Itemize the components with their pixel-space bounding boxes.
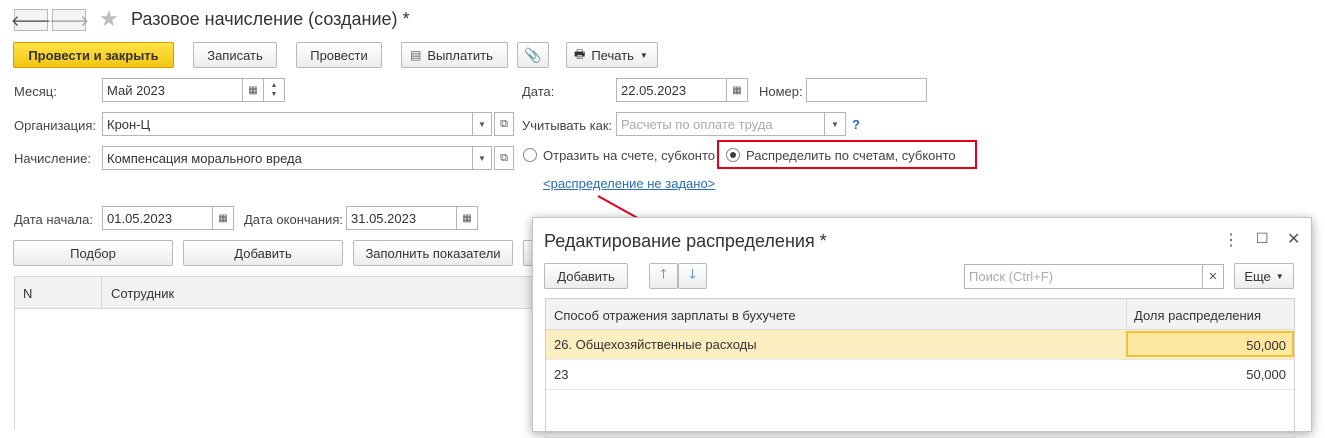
- accrual-open-button[interactable]: ⧉: [494, 146, 514, 170]
- add-button[interactable]: Добавить: [183, 240, 343, 266]
- calendar-icon: ▦: [248, 84, 258, 96]
- chevron-down-icon: ▼: [478, 153, 486, 163]
- search-clear-button[interactable]: ✕: [1202, 264, 1224, 289]
- organization-label: Организация:: [14, 118, 97, 133]
- column-share[interactable]: Доля распределения: [1134, 308, 1261, 323]
- distribution-grid: Способ отражения зарплаты в бухучете Дол…: [545, 298, 1295, 438]
- chevron-down-icon: ▼: [1275, 271, 1284, 281]
- pick-button[interactable]: Подбор: [13, 240, 173, 266]
- move-up-button[interactable]: 🡑: [649, 263, 678, 289]
- arrow-up-icon: 🡑: [660, 266, 667, 281]
- employees-table-header: N Сотрудник: [14, 276, 534, 309]
- column-n[interactable]: N: [23, 286, 32, 301]
- accrual-dropdown-button[interactable]: ▼: [472, 146, 492, 170]
- save-button[interactable]: Записать: [193, 42, 277, 68]
- distribution-dialog: Редактирование распределения * ⋮ ☐ ✕ Доб…: [532, 217, 1312, 438]
- account-as-label: Учитывать как:: [522, 118, 613, 133]
- date-label: Дата:: [522, 84, 555, 99]
- calendar-icon: ▦: [462, 212, 472, 224]
- month-label: Месяц:: [14, 84, 57, 99]
- open-icon: ⧉: [500, 151, 508, 164]
- organization-field[interactable]: Крон-Ц: [102, 112, 473, 136]
- open-icon: ⧉: [500, 117, 508, 130]
- post-button[interactable]: Провести: [296, 42, 382, 68]
- document-icon: ▤: [410, 48, 422, 62]
- paperclip-icon: 📎: [524, 46, 542, 63]
- maximize-icon[interactable]: ☐: [1256, 230, 1269, 247]
- chevron-down-icon: ▼: [478, 119, 486, 129]
- dialog-search-input[interactable]: Поиск (Ctrl+F): [964, 264, 1203, 289]
- pay-button[interactable]: ▤ Выплатить: [401, 42, 508, 68]
- calendar-icon: ▦: [732, 84, 742, 96]
- start-date-label: Дата начала:: [14, 212, 93, 227]
- month-field[interactable]: Май 2023: [102, 78, 243, 102]
- fill-indicators-button[interactable]: Заполнить показатели: [353, 240, 513, 266]
- table-row[interactable]: 26. Общехозяйственные расходы 50,000: [546, 330, 1294, 360]
- more-vertical-icon[interactable]: ⋮: [1223, 230, 1239, 250]
- radio-distribute-by-accounts[interactable]: [726, 148, 740, 162]
- chevron-down-icon: ▼: [831, 119, 839, 129]
- row-method: 26. Общехозяйственные расходы: [554, 337, 757, 352]
- forward-button[interactable]: 🡒: [48, 9, 90, 31]
- month-stepper[interactable]: ▲ ▼: [263, 78, 285, 102]
- table-row[interactable]: 23 50,000: [546, 360, 1294, 390]
- arrow-right-icon: 🡒: [48, 12, 90, 30]
- accrual-field[interactable]: Компенсация морального вреда: [102, 146, 473, 170]
- end-date-calendar-button[interactable]: ▦: [456, 206, 478, 230]
- arrow-down-icon: 🡓: [689, 266, 696, 281]
- start-date-calendar-button[interactable]: ▦: [212, 206, 234, 230]
- print-button[interactable]: 🖶 Печать ▼: [566, 42, 658, 68]
- dialog-title: Редактирование распределения *: [544, 231, 827, 251]
- dialog-add-button[interactable]: Добавить: [544, 263, 628, 289]
- radio-distribute-label: Распределить по счетам, субконто: [746, 148, 956, 163]
- date-field[interactable]: 22.05.2023: [616, 78, 727, 102]
- chevron-up-icon: ▲: [270, 82, 278, 89]
- row-share: 50,000: [1246, 367, 1286, 382]
- help-icon[interactable]: ?: [852, 117, 860, 132]
- accrual-label: Начисление:: [14, 151, 91, 166]
- organization-dropdown-button[interactable]: ▼: [472, 112, 492, 136]
- account-as-dropdown-button[interactable]: ▼: [824, 112, 846, 136]
- number-label: Номер:: [759, 84, 803, 99]
- chevron-down-icon: ▼: [270, 91, 278, 98]
- start-date-field[interactable]: 01.05.2023: [102, 206, 213, 230]
- calendar-button[interactable]: ▦: [242, 78, 264, 102]
- number-field[interactable]: [806, 78, 927, 102]
- end-date-label: Дата окончания:: [244, 212, 343, 227]
- active-cell[interactable]: 50,000: [1126, 331, 1294, 357]
- post-and-close-button[interactable]: Провести и закрыть: [13, 42, 174, 68]
- column-employee[interactable]: Сотрудник: [111, 286, 174, 301]
- grid-header: Способ отражения зарплаты в бухучете Дол…: [546, 299, 1294, 330]
- end-date-field[interactable]: 31.05.2023: [346, 206, 457, 230]
- chevron-down-icon: ▼: [639, 50, 648, 60]
- attach-button[interactable]: 📎: [517, 42, 549, 68]
- radio-reflect-label: Отразить на счете, субконто: [543, 148, 716, 163]
- star-icon[interactable]: ★: [99, 6, 119, 32]
- row-method: 23: [554, 367, 569, 382]
- organization-open-button[interactable]: ⧉: [494, 112, 514, 136]
- column-method[interactable]: Способ отражения зарплаты в бухучете: [554, 308, 796, 323]
- calendar-icon: ▦: [218, 212, 228, 224]
- printer-icon: 🖶: [574, 46, 586, 61]
- dialog-more-button[interactable]: Еще ▼: [1234, 263, 1294, 289]
- account-as-field[interactable]: Расчеты по оплате труда: [616, 112, 825, 136]
- page-title: Разовое начисление (создание) *: [131, 9, 410, 29]
- column-divider: [1126, 299, 1127, 330]
- column-divider: [101, 277, 102, 308]
- clear-icon: ✕: [1208, 271, 1218, 283]
- radio-reflect-on-account[interactable]: [523, 148, 537, 162]
- distribution-link[interactable]: <распределение не задано>: [543, 176, 715, 191]
- back-button[interactable]: 🡐: [10, 9, 52, 31]
- date-calendar-button[interactable]: ▦: [726, 78, 748, 102]
- row-share: 50,000: [1246, 338, 1286, 353]
- table-body-border: [14, 309, 15, 429]
- move-down-button[interactable]: 🡓: [678, 263, 707, 289]
- close-icon[interactable]: ✕: [1287, 229, 1300, 249]
- arrow-left-icon: 🡐: [10, 12, 52, 30]
